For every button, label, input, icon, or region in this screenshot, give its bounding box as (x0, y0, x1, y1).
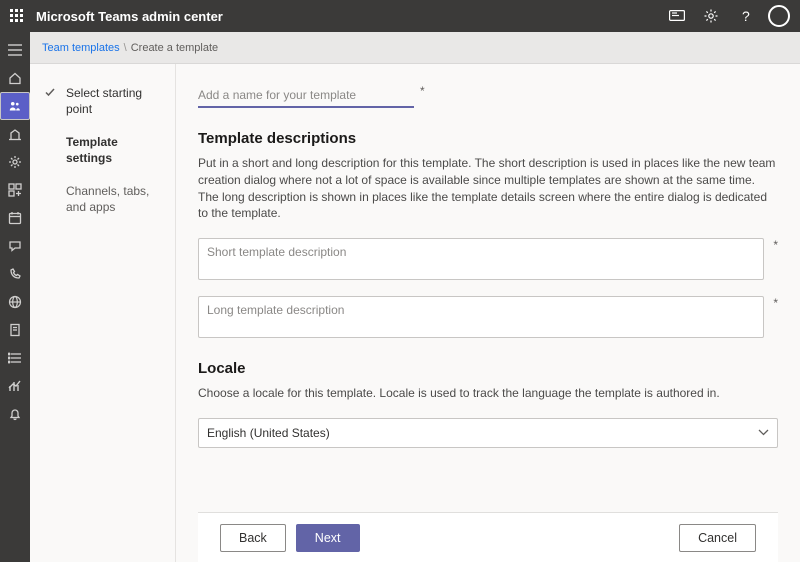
descriptions-help: Put in a short and long description for … (198, 155, 778, 222)
required-marker: * (420, 84, 425, 98)
app-title: Microsoft Teams admin center (36, 9, 666, 24)
required-marker: * (768, 238, 778, 252)
nav-voice-icon[interactable] (0, 260, 30, 288)
nav-home-icon[interactable] (0, 64, 30, 92)
step-template-settings[interactable]: Template settings (44, 135, 161, 166)
long-description-input[interactable] (198, 296, 764, 338)
left-nav (0, 32, 30, 562)
nav-teams-icon[interactable] (0, 92, 30, 120)
svg-text:?: ? (742, 8, 750, 24)
footer-bar: Back Next Cancel (198, 512, 778, 562)
nav-list-icon[interactable] (0, 344, 30, 372)
chevron-down-icon (758, 429, 769, 436)
locale-selected-value: English (United States) (207, 426, 330, 440)
nav-devices-icon[interactable] (0, 120, 30, 148)
step-channels-tabs-apps[interactable]: Channels, tabs, and apps (44, 184, 161, 215)
gear-icon[interactable] (700, 5, 722, 27)
nav-bell-icon[interactable] (0, 400, 30, 428)
breadcrumb-current: Create a template (131, 42, 218, 54)
form-panel: * Template descriptions Put in a short a… (176, 64, 800, 562)
avatar[interactable] (768, 5, 790, 27)
descriptions-heading: Template descriptions (198, 130, 778, 147)
breadcrumb: Team templates \ Create a template (30, 32, 800, 64)
locale-help: Choose a locale for this template. Local… (198, 385, 778, 402)
back-button[interactable]: Back (220, 524, 286, 552)
screen-icon[interactable] (666, 5, 688, 27)
nav-messaging-icon[interactable] (0, 232, 30, 260)
template-name-input[interactable] (198, 84, 414, 108)
checkmark-icon (44, 86, 58, 98)
nav-globe-icon[interactable] (0, 288, 30, 316)
required-marker: * (768, 296, 778, 310)
app-launcher-icon[interactable] (6, 5, 28, 27)
next-button[interactable]: Next (296, 524, 360, 552)
nav-menu-icon[interactable] (0, 36, 30, 64)
locale-heading: Locale (198, 360, 778, 377)
nav-locations-icon[interactable] (0, 148, 30, 176)
nav-apps-icon[interactable] (0, 176, 30, 204)
nav-policy-icon[interactable] (0, 316, 30, 344)
nav-analytics-icon[interactable] (0, 372, 30, 400)
help-icon[interactable]: ? (734, 5, 756, 27)
locale-select[interactable]: English (United States) (198, 418, 778, 448)
cancel-button[interactable]: Cancel (679, 524, 756, 552)
breadcrumb-root-link[interactable]: Team templates (42, 42, 120, 54)
top-bar: Microsoft Teams admin center ? (0, 0, 800, 32)
step-starting-point[interactable]: Select starting point (44, 86, 161, 117)
wizard-steps: Select starting point Template settings … (30, 64, 176, 562)
short-description-input[interactable] (198, 238, 764, 280)
nav-meetings-icon[interactable] (0, 204, 30, 232)
